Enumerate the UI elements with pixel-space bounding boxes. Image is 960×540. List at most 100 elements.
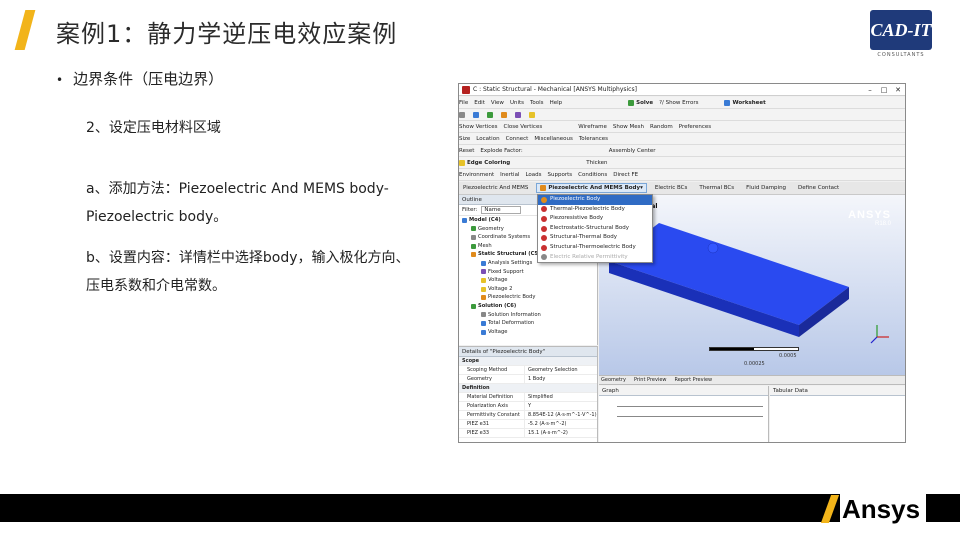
details-row-scoping-method[interactable]: Scoping Method Geometry Selection (459, 366, 597, 375)
tree-item-fixed-support[interactable]: Fixed Support (459, 268, 597, 277)
menu-file[interactable]: File (459, 100, 468, 106)
direct-fe-button[interactable]: Direct FE (613, 172, 638, 178)
tab-geometry[interactable]: Geometry (601, 377, 626, 383)
preferences-button[interactable]: Preferences (679, 124, 711, 130)
tabular-data-title: Tabular Data (770, 386, 905, 396)
details-group-scope[interactable]: Scope (459, 357, 597, 366)
menu-item-structural-thermoelectric-body[interactable]: Structural-Thermoelectric Body (538, 243, 652, 253)
thicken-button[interactable]: Thicken (586, 160, 607, 166)
iso-icon[interactable] (529, 111, 537, 118)
supports-button[interactable]: Supports (548, 172, 573, 178)
tree-item-voltage-2[interactable]: Voltage 2 (459, 285, 597, 294)
tolerances-button[interactable]: Tolerances (579, 136, 608, 142)
conditions-button[interactable]: Conditions (578, 172, 607, 178)
details-group-definition[interactable]: Definition (459, 384, 597, 393)
close-vertices-button[interactable]: Close Vertices (504, 124, 543, 130)
define-contact-button[interactable]: Define Contact (794, 183, 843, 193)
edge-coloring-button[interactable]: Edge Coloring (459, 159, 510, 166)
reset-button[interactable]: Reset (459, 148, 474, 154)
menu-item-electrostatic-structural-body[interactable]: Electrostatic-Structural Body (538, 224, 652, 234)
structural-thermoelectric-menu-icon (541, 244, 547, 251)
menu-item-label: Structural-Thermal Body (550, 234, 617, 241)
wireframe-button[interactable]: Wireframe (578, 124, 607, 130)
random-colors-button[interactable]: Random (650, 124, 673, 130)
select-icon (459, 111, 465, 118)
thermal-bcs-button[interactable]: Thermal BCs (695, 183, 738, 193)
tab-print-preview[interactable]: Print Preview (634, 377, 667, 383)
menu-help[interactable]: Help (550, 100, 563, 106)
miscellaneous-button[interactable]: Miscellaneous (534, 136, 573, 142)
scale-end-label: 0.0005 (779, 353, 797, 359)
fluid-damping-button[interactable]: Fluid Damping (742, 183, 790, 193)
iso-glyph-icon (529, 111, 535, 118)
environment-toolbar: Environment Inertial Loads Supports Cond… (459, 169, 905, 181)
thermal-piezo-menu-icon (541, 206, 547, 213)
menu-item-label: Electric Relative Permittivity (550, 253, 628, 260)
maximize-icon[interactable]: □ (877, 86, 891, 94)
tree-item-piezoelectric-body[interactable]: Piezoelectric Body (459, 293, 597, 302)
tree-label: Static Structural (C5) (478, 251, 541, 258)
piezo-mems-label[interactable]: Piezoelectric And MEMS (459, 183, 532, 193)
solve-button[interactable]: Solve (628, 99, 653, 106)
menu-units[interactable]: Units (510, 100, 524, 106)
chevron-down-icon: ▾ (640, 185, 643, 191)
inertial-button[interactable]: Inertial (500, 172, 519, 178)
show-mesh-button[interactable]: Show Mesh (613, 124, 644, 130)
details-row-permittivity[interactable]: Permittivity Constant 8.854E-12 (A·s·m^-1… (459, 411, 597, 420)
electrostatic-menu-icon (541, 225, 547, 232)
tree-item-total-deformation[interactable]: Total Deformation (459, 319, 597, 328)
tree-label: Mesh (478, 242, 492, 249)
menu-item-piezoelectric-body[interactable]: Piezoelectric Body (538, 195, 652, 205)
menu-item-piezoresistive-body[interactable]: Piezoresistive Body (538, 214, 652, 224)
show-vertices-button[interactable]: Show Vertices (459, 124, 498, 130)
piezo-mems-body-button[interactable]: Piezoelectric And MEMS Body ▾ (536, 183, 647, 193)
menu-item-label: Electrostatic-Structural Body (550, 224, 630, 231)
menu-item-thermal-piezoelectric-body[interactable]: Thermal-Piezoelectric Body (538, 205, 652, 215)
menu-item-label: Structural-Thermoelectric Body (550, 243, 636, 250)
model-icon (462, 217, 467, 223)
tree-item-voltage-result[interactable]: Voltage (459, 328, 597, 337)
close-icon[interactable]: ✕ (891, 86, 905, 94)
details-row-polarization-axis[interactable]: Polarization Axis Y (459, 402, 597, 411)
show-errors-button[interactable]: ?/ Show Errors (659, 100, 698, 106)
loads-button[interactable]: Loads (525, 172, 541, 178)
select-mode-icon[interactable] (459, 111, 467, 118)
menu-item-electric-relative-permittivity: Electric Relative Permittivity (538, 253, 652, 263)
pan-glyph-icon (487, 111, 493, 118)
menu-view[interactable]: View (491, 100, 504, 106)
tree-label: Voltage (488, 277, 508, 284)
detail-value: Geometry Selection (528, 367, 578, 373)
worksheet-button[interactable]: Worksheet (724, 99, 766, 106)
detail-value: Simplified (528, 394, 553, 400)
zoom-icon[interactable] (501, 111, 509, 118)
tab-report-preview[interactable]: Report Preview (675, 377, 713, 383)
size-button[interactable]: Size (459, 136, 470, 142)
edge-toolbar: Edge Coloring Thicken (459, 157, 905, 169)
menu-item-structural-thermal-body[interactable]: Structural-Thermal Body (538, 233, 652, 243)
assembly-center-select[interactable]: Assembly Center (609, 148, 656, 154)
piezo-body-icon (540, 185, 547, 191)
tree-item-solution-information[interactable]: Solution Information (459, 311, 597, 320)
axis-triad-icon[interactable] (869, 323, 891, 345)
tree-item-voltage[interactable]: Voltage (459, 276, 597, 285)
menu-tools[interactable]: Tools (530, 100, 544, 106)
pan-icon[interactable] (487, 111, 495, 118)
graph-title: Graph (599, 386, 768, 396)
details-row-material-definition[interactable]: Material Definition Simplified (459, 393, 597, 402)
details-row-piez-e31[interactable]: PIEZ e31 -5.2 (A·s·m^-2) (459, 420, 597, 429)
menu-edit[interactable]: Edit (474, 100, 485, 106)
step-heading: 2、设定压电材料区域 (86, 120, 221, 136)
fit-icon[interactable] (515, 111, 523, 118)
electric-bcs-button[interactable]: Electric BCs (651, 183, 692, 193)
tree-item-solution[interactable]: Solution (C6) (459, 302, 597, 311)
location-button[interactable]: Location (476, 136, 499, 142)
tabular-data-panel: Tabular Data (770, 386, 905, 442)
worksheet-icon (724, 99, 731, 106)
detail-key: Material Definition (459, 393, 525, 401)
details-row-piez-e33[interactable]: PIEZ e33 15.1 (A·s·m^-2) (459, 429, 597, 438)
minimize-icon[interactable]: – (863, 86, 877, 94)
connect-button[interactable]: Connect (506, 136, 529, 142)
rotate-icon[interactable] (473, 111, 481, 118)
filter-select[interactable]: Name (481, 206, 522, 214)
details-row-geometry[interactable]: Geometry 1 Body (459, 375, 597, 384)
